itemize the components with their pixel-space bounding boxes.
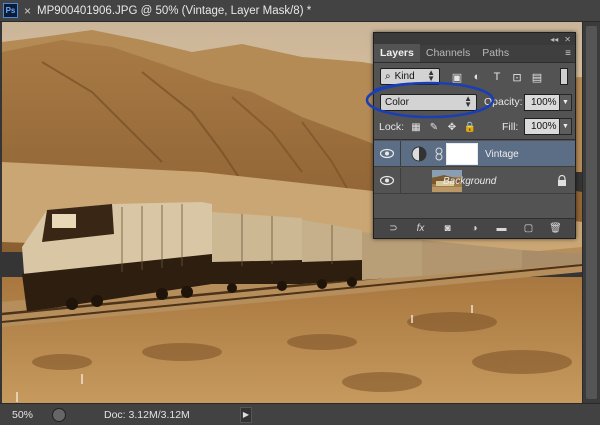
panel-tabs: Layers Channels Paths ≡ [374,44,575,63]
filter-toggle-switch[interactable] [560,68,568,85]
visibility-eye-icon[interactable] [380,175,394,186]
layer-row-vintage[interactable]: Vintage [374,141,575,167]
link-layers-icon[interactable]: ⊃ [386,223,402,234]
window-title-bar: Ps × MP900401906.JPG @ 50% (Vintage, Lay… [0,0,600,22]
collapse-panel-icon[interactable]: ◂◂ [550,35,558,44]
tab-channels[interactable]: Channels [420,44,476,62]
layer-row-separator [400,141,401,167]
fill-field[interactable]: 100% [524,118,560,135]
layer-filter-kind-dropdown[interactable]: ⌕ Kind ▲ ▼ [380,68,440,85]
adjustment-filter-icon[interactable]: ◐ [470,70,484,84]
close-panel-icon[interactable]: ✕ [564,35,571,44]
opacity-label: Opacity: [484,96,523,108]
smart-object-filter-icon[interactable]: ▤ [530,70,544,84]
tab-paths[interactable]: Paths [476,44,515,62]
image-filter-icon[interactable]: ▣ [450,70,464,84]
layer-locked-icon [558,175,566,186]
tab-layers[interactable]: Layers [374,44,420,62]
blend-mode-value: Color [385,97,409,108]
status-menu-arrow-icon[interactable]: ▶ [240,406,252,423]
layer-mask-thumbnail[interactable] [446,143,478,165]
vertical-scrollbar[interactable] [582,22,600,403]
layer-style-icon[interactable]: fx [413,223,429,234]
status-info-icon[interactable] [52,407,66,422]
close-document-icon[interactable]: × [24,4,31,18]
photoshop-logo-icon: Ps [3,3,18,18]
new-adjustment-icon[interactable]: ◑ [467,223,483,234]
adjustment-layer-icon[interactable] [411,146,427,162]
opacity-field[interactable]: 100% [524,94,560,111]
new-layer-icon[interactable]: ▢ [521,223,537,234]
scrollbar-thumb[interactable] [586,26,597,399]
blend-mode-dropdown[interactable]: Color ▲ ▼ [380,94,477,111]
new-group-icon[interactable]: ▬ [494,223,510,234]
lock-position-icon[interactable]: ✥ [446,121,458,133]
layer-row-separator [400,168,401,194]
dropdown-arrow-icon: ▲ ▼ [464,94,472,109]
layers-panel: ◂◂ ✕ Layers Channels Paths ≡ ⌕ Kind ▲ ▼ ▣… [373,32,576,239]
mask-link-icon[interactable] [434,147,444,161]
panel-menu-icon[interactable]: ≡ [565,48,571,59]
opacity-slider-toggle-icon[interactable]: ▼ [559,94,572,111]
fill-slider-toggle-icon[interactable]: ▼ [559,118,572,135]
add-mask-icon[interactable]: ◙ [440,223,456,234]
lock-all-icon[interactable]: 🔒 [464,121,476,133]
shape-filter-icon[interactable]: ⊡ [510,70,524,84]
status-bar: 50% Doc: 3.12M/3.12M ▶ [0,403,600,425]
document-title: MP900401906.JPG @ 50% (Vintage, Layer Ma… [37,4,312,17]
search-icon: ⌕ [385,71,391,82]
delete-layer-icon[interactable]: 🗑 [548,223,564,234]
document-size-info: Doc: 3.12M/3.12M [104,408,190,421]
type-filter-icon[interactable]: T [490,70,504,84]
kind-filter-label: Kind [394,71,415,82]
lock-label: Lock: [379,121,405,133]
layer-row-background[interactable]: Background [374,168,575,194]
layer-name-background: Background [443,176,497,187]
layer-name-vintage: Vintage [485,149,519,160]
panel-divider [374,139,575,140]
visibility-eye-icon[interactable] [380,148,394,159]
dropdown-arrow-icon: ▲ ▼ [427,68,435,83]
panel-bottom-toolbar: ⊃ fx ◙ ◑ ▬ ▢ 🗑 [374,218,575,238]
lock-image-pixels-icon[interactable]: ✎ [428,121,440,133]
fill-label: Fill: [502,121,519,133]
zoom-level-field[interactable]: 50% [12,409,48,421]
lock-transparent-pixels-icon[interactable]: ▦ [410,121,422,133]
